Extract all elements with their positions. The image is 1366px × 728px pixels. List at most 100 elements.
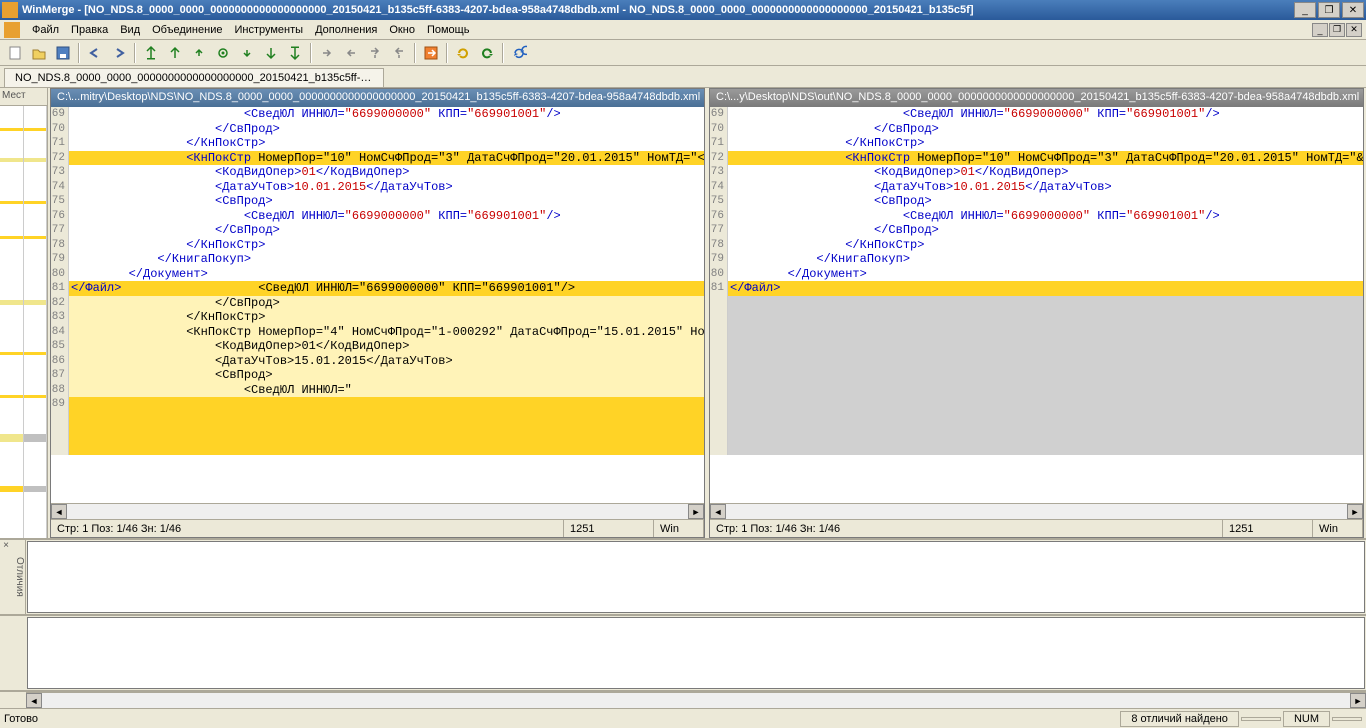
code-line[interactable]: 84 <КнПокСтр НомерПор="4" НомСчФПрод="1-…	[51, 325, 704, 340]
prev-diff-small-icon[interactable]	[188, 42, 210, 64]
menu-plugins[interactable]: Дополнения	[309, 22, 383, 38]
refresh-right-icon[interactable]	[476, 42, 498, 64]
menu-tools[interactable]: Инструменты	[228, 22, 309, 38]
code-line[interactable]	[51, 426, 704, 441]
code-line[interactable]: 76 <СведЮЛ ИННЮЛ="6699000000" КПП="66990…	[710, 209, 1363, 224]
menu-edit[interactable]: Правка	[65, 22, 114, 38]
all-right-icon[interactable]	[420, 42, 442, 64]
code-line[interactable]: 86 <ДатаУчТов>15.01.2015</ДатаУчТов>	[51, 354, 704, 369]
code-line[interactable]: 83 </КнПокСтр>	[51, 310, 704, 325]
code-line[interactable]	[710, 339, 1363, 354]
code-line[interactable]: 71 </КнПокСтр>	[710, 136, 1363, 151]
right-editor[interactable]: 69 <СведЮЛ ИННЮЛ="6699000000" КПП="66990…	[710, 107, 1363, 503]
save-icon[interactable]	[52, 42, 74, 64]
menu-help[interactable]: Помощь	[421, 22, 476, 38]
copy-right-icon[interactable]	[316, 42, 338, 64]
code-line[interactable]: 80 </Документ>	[710, 267, 1363, 282]
refresh-left-icon[interactable]	[452, 42, 474, 64]
right-scrollbar[interactable]: ◄ ►	[710, 503, 1363, 519]
code-line[interactable]	[710, 325, 1363, 340]
right-pane-header[interactable]: C:\...y\Desktop\NDS\out\NO_NDS.8_0000_00…	[710, 89, 1363, 107]
code-line[interactable]: 77 </СвПрод>	[51, 223, 704, 238]
code-line[interactable]: 73 <КодВидОпер>01</КодВидОпер>	[710, 165, 1363, 180]
code-line[interactable]: 82 </СвПрод>	[51, 296, 704, 311]
code-line[interactable]	[51, 441, 704, 456]
code-line[interactable]	[51, 412, 704, 427]
code-line[interactable]: 70 </СвПрод>	[710, 122, 1363, 137]
scroll-left-icon[interactable]: ◄	[26, 693, 42, 708]
menu-file[interactable]: Файл	[26, 22, 65, 38]
left-pane-header[interactable]: C:\...mitry\Desktop\NDS\NO_NDS.8_0000_00…	[51, 89, 704, 107]
first-diff-icon[interactable]	[140, 42, 162, 64]
redo-icon[interactable]	[108, 42, 130, 64]
code-line[interactable]: 79 </КнигаПокуп>	[710, 252, 1363, 267]
code-line[interactable]: 72 <КнПокСтр НомерПор="10" НомСчФПрод="3…	[51, 151, 704, 166]
mdi-close-button[interactable]: ✕	[1346, 23, 1362, 37]
code-line[interactable]: 72 <КнПокСтр НомерПор="10" НомСчФПрод="3…	[710, 151, 1363, 166]
location-pane[interactable]: Мест	[0, 88, 48, 538]
close-diff-top-icon[interactable]: ×	[0, 540, 12, 614]
code-line[interactable]: 75 <СвПрод>	[710, 194, 1363, 209]
code-line[interactable]: 89	[51, 397, 704, 412]
prev-diff-icon[interactable]	[164, 42, 186, 64]
scroll-left-icon[interactable]: ◄	[51, 504, 67, 519]
new-icon[interactable]	[4, 42, 26, 64]
code-line[interactable]: 78 </КнПокСтр>	[710, 238, 1363, 253]
open-icon[interactable]	[28, 42, 50, 64]
code-line[interactable]: 75 <СвПрод>	[51, 194, 704, 209]
left-scrollbar[interactable]: ◄ ►	[51, 503, 704, 519]
menu-view[interactable]: Вид	[114, 22, 146, 38]
minimize-button[interactable]: _	[1294, 2, 1316, 18]
scroll-right-icon[interactable]: ►	[1347, 504, 1363, 519]
code-line[interactable]	[710, 441, 1363, 456]
undo-icon[interactable]	[84, 42, 106, 64]
scroll-right-icon[interactable]: ►	[1350, 693, 1366, 708]
menu-window[interactable]: Окно	[383, 22, 421, 38]
next-diff-icon[interactable]	[260, 42, 282, 64]
code-line[interactable]: 77 </СвПрод>	[710, 223, 1363, 238]
code-line[interactable]: 73 <КодВидОпер>01</КодВидОпер>	[51, 165, 704, 180]
scroll-right-icon[interactable]: ►	[688, 504, 704, 519]
scroll-left-icon[interactable]: ◄	[710, 504, 726, 519]
code-line[interactable]: 78 </КнПокСтр>	[51, 238, 704, 253]
code-line[interactable]	[710, 397, 1363, 412]
left-editor[interactable]: 69 <СведЮЛ ИННЮЛ="6699000000" КПП="66990…	[51, 107, 704, 503]
copy-left-icon[interactable]	[340, 42, 362, 64]
code-line[interactable]: 74 <ДатаУчТов>10.01.2015</ДатаУчТов>	[51, 180, 704, 195]
diff-scrollbar[interactable]: ◄ ►	[26, 692, 1366, 708]
diff-top-content[interactable]	[27, 541, 1365, 613]
code-line[interactable]: 69 <СведЮЛ ИННЮЛ="6699000000" КПП="66990…	[51, 107, 704, 122]
code-line[interactable]: 69 <СведЮЛ ИННЮЛ="6699000000" КПП="66990…	[710, 107, 1363, 122]
code-line[interactable]	[710, 368, 1363, 383]
code-line[interactable]	[710, 426, 1363, 441]
mdi-restore-button[interactable]: ❐	[1329, 23, 1345, 37]
menu-merge[interactable]: Объединение	[146, 22, 228, 38]
document-tab[interactable]: NO_NDS.8_0000_0000_0000000000000000000_2…	[4, 68, 384, 87]
code-line[interactable]: 71 </КнПокСтр>	[51, 136, 704, 151]
code-line[interactable]: 74 <ДатаУчТов>10.01.2015</ДатаУчТов>	[710, 180, 1363, 195]
code-line[interactable]: 81</Файл> <СведЮЛ ИННЮЛ="6699000000" КПП…	[51, 281, 704, 296]
last-diff-icon[interactable]	[284, 42, 306, 64]
copy-right-advance-icon[interactable]	[364, 42, 386, 64]
code-line[interactable]: 88 <СведЮЛ ИННЮЛ="	[51, 383, 704, 398]
code-line[interactable]: 79 </КнигаПокуп>	[51, 252, 704, 267]
code-line[interactable]: 80 </Документ>	[51, 267, 704, 282]
code-line[interactable]	[710, 383, 1363, 398]
code-line[interactable]	[710, 296, 1363, 311]
maximize-button[interactable]: ❐	[1318, 2, 1340, 18]
code-line[interactable]	[710, 354, 1363, 369]
close-button[interactable]: ✕	[1342, 2, 1364, 18]
code-line[interactable]: 85 <КодВидОпер>01</КодВидОпер>	[51, 339, 704, 354]
current-diff-icon[interactable]	[212, 42, 234, 64]
mdi-minimize-button[interactable]: _	[1312, 23, 1328, 37]
code-line[interactable]	[710, 310, 1363, 325]
code-line[interactable]: 70 </СвПрод>	[51, 122, 704, 137]
diff-bottom-content[interactable]	[27, 617, 1365, 689]
next-diff-small-icon[interactable]	[236, 42, 258, 64]
refresh-icon[interactable]	[508, 42, 530, 64]
code-line[interactable]	[710, 412, 1363, 427]
copy-left-advance-icon[interactable]	[388, 42, 410, 64]
code-line[interactable]: 76 <СведЮЛ ИННЮЛ="6699000000" КПП="66990…	[51, 209, 704, 224]
code-line[interactable]: 81</Файл>	[710, 281, 1363, 296]
code-line[interactable]: 87 <СвПрод>	[51, 368, 704, 383]
